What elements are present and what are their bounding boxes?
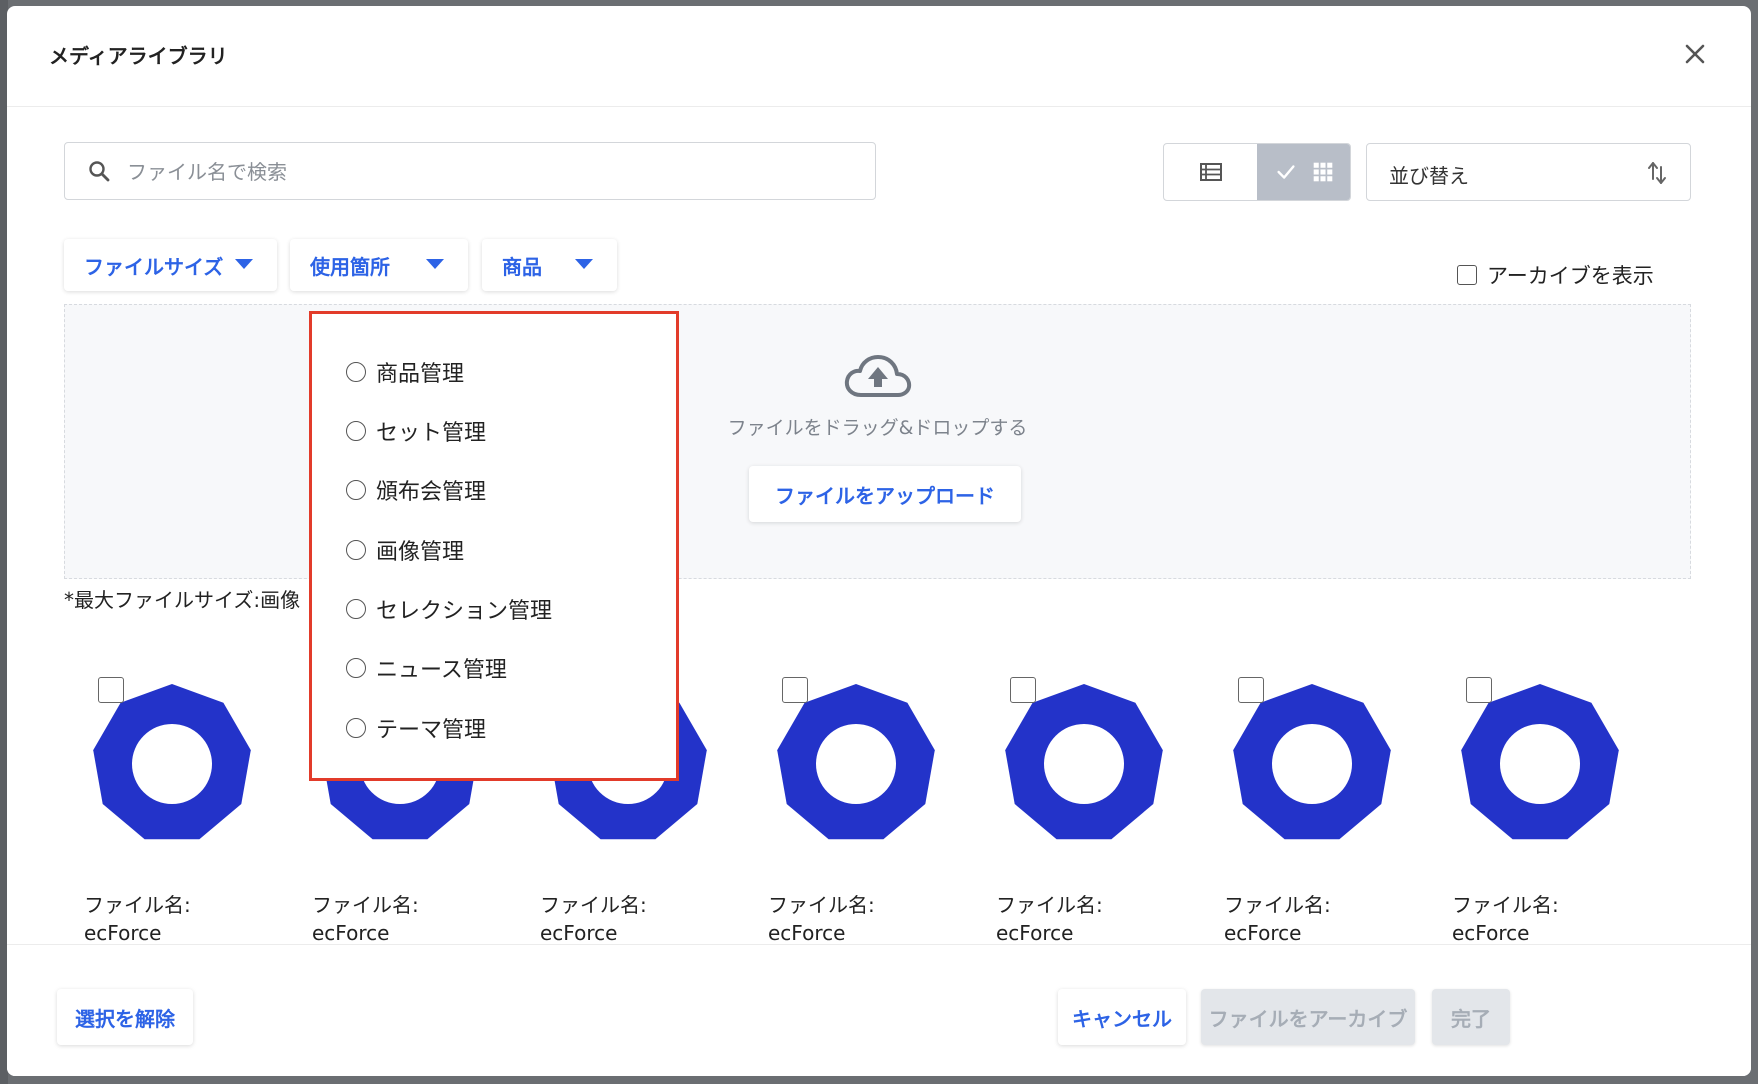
- grid-view-button[interactable]: [1257, 144, 1350, 200]
- file-thumbnail: [1005, 684, 1163, 840]
- usage-option-label: 頒布会管理: [376, 480, 487, 505]
- usage-option-image[interactable]: 画像管理: [346, 534, 464, 566]
- file-name-value: ecForce: [312, 921, 390, 945]
- check-icon: [1276, 165, 1295, 179]
- close-icon: [1685, 44, 1705, 64]
- file-select-checkbox[interactable]: [1238, 677, 1264, 703]
- file-name-value: ecForce: [996, 921, 1074, 945]
- sort-select[interactable]: 並び替え: [1366, 143, 1691, 201]
- modal-title: メディアライブラリ: [49, 44, 228, 68]
- radio-button[interactable]: [346, 599, 366, 619]
- file-name-label: ファイル名:: [540, 893, 647, 917]
- done-button[interactable]: 完了: [1432, 989, 1510, 1045]
- archive-file-button[interactable]: ファイルをアーカイブ: [1201, 989, 1415, 1045]
- radio-button[interactable]: [346, 658, 366, 678]
- file-tile[interactable]: ファイル名: ecForce: [1224, 674, 1424, 945]
- radio-button[interactable]: [346, 718, 366, 738]
- usage-option-label: 商品管理: [376, 362, 465, 387]
- filter-product-label: 商品: [502, 254, 542, 279]
- usage-option-label: ニュース管理: [376, 658, 507, 683]
- cloud-upload-icon: [844, 355, 912, 397]
- file-thumbnail: [1461, 684, 1619, 840]
- file-select-checkbox[interactable]: [1466, 677, 1492, 703]
- search-field[interactable]: [64, 142, 876, 200]
- filter-file-size-label: ファイルサイズ: [84, 254, 224, 279]
- filter-file-size[interactable]: ファイルサイズ: [64, 239, 277, 291]
- usage-option-set[interactable]: セット管理: [346, 415, 486, 447]
- usage-option-label: 画像管理: [376, 540, 465, 565]
- search-icon: [89, 161, 110, 182]
- caret-down-icon: [426, 259, 444, 269]
- file-select-checkbox[interactable]: [98, 677, 124, 703]
- caret-down-icon: [235, 259, 253, 269]
- sort-arrows-icon: [1648, 162, 1666, 184]
- usage-option-label: セレクション管理: [376, 599, 553, 624]
- max-file-size-note: *最大ファイルサイズ:画像: [64, 588, 301, 612]
- search-input[interactable]: [125, 153, 849, 191]
- radio-button[interactable]: [346, 362, 366, 382]
- usage-option-selection[interactable]: セレクション管理: [346, 593, 552, 625]
- filter-usage-label: 使用箇所: [310, 254, 390, 279]
- file-select-checkbox[interactable]: [782, 677, 808, 703]
- radio-button[interactable]: [346, 540, 366, 560]
- file-name-label: ファイル名:: [1452, 893, 1559, 917]
- file-tile[interactable]: ファイル名: ecForce: [996, 674, 1196, 945]
- list-view-icon: [1199, 163, 1222, 181]
- usage-option-label: セット管理: [376, 421, 487, 446]
- deselect-button[interactable]: 選択を解除: [57, 989, 193, 1045]
- modal-header: メディアライブラリ: [7, 6, 1751, 107]
- file-name-label: ファイル名:: [768, 893, 875, 917]
- filter-usage[interactable]: 使用箇所: [290, 239, 468, 291]
- media-library-modal: メディアライブラリ ファイル名で検索 並び替え ファイルサイズ 使用箇所 商品 …: [7, 6, 1751, 1076]
- radio-button[interactable]: [346, 421, 366, 441]
- grid-view-icon: [1313, 162, 1332, 182]
- file-tile[interactable]: ファイル名: ecForce: [84, 674, 284, 945]
- file-name-label: ファイル名:: [84, 893, 191, 917]
- file-name-value: ecForce: [84, 921, 162, 945]
- usage-option-news[interactable]: ニュース管理: [346, 652, 507, 684]
- cancel-button[interactable]: キャンセル: [1058, 989, 1186, 1045]
- file-thumbnail: [777, 684, 935, 840]
- modal-footer: 選択を解除 キャンセル ファイルをアーカイブ 完了: [7, 944, 1751, 1076]
- upload-file-button[interactable]: ファイルをアップロード: [749, 466, 1021, 522]
- file-name-label: ファイル名:: [1224, 893, 1331, 917]
- list-view-button[interactable]: [1164, 144, 1257, 200]
- sort-label: 並び替え: [1389, 164, 1469, 188]
- file-tile[interactable]: ファイル名: ecForce: [768, 674, 968, 945]
- view-toggle: [1163, 143, 1351, 201]
- usage-option-theme[interactable]: テーマ管理: [346, 712, 486, 744]
- usage-filter-dropdown: 商品管理 セット管理 頒布会管理 画像管理 セレクション管理 ニュース管理 テー…: [309, 311, 679, 781]
- show-archive-label: アーカイブを表示: [1487, 264, 1654, 288]
- file-tile[interactable]: ファイル名: ecForce: [1452, 674, 1652, 945]
- file-name-value: ecForce: [768, 921, 846, 945]
- file-thumbnail: [1233, 684, 1391, 840]
- usage-option-product[interactable]: 商品管理: [346, 356, 464, 388]
- file-name-label: ファイル名:: [312, 893, 419, 917]
- usage-option-label: テーマ管理: [376, 718, 487, 743]
- file-name-value: ecForce: [540, 921, 618, 945]
- file-name-value: ecForce: [1224, 921, 1302, 945]
- radio-button[interactable]: [346, 480, 366, 500]
- file-name-value: ecForce: [1452, 921, 1530, 945]
- file-select-checkbox[interactable]: [1010, 677, 1036, 703]
- show-archive-checkbox[interactable]: [1457, 265, 1477, 285]
- usage-option-subscription[interactable]: 頒布会管理: [346, 474, 486, 506]
- file-name-label: ファイル名:: [996, 893, 1103, 917]
- show-archive-toggle[interactable]: アーカイブを表示: [1457, 260, 1654, 290]
- caret-down-icon: [575, 259, 593, 269]
- close-button[interactable]: [1677, 36, 1713, 72]
- file-thumbnail: [93, 684, 251, 840]
- filter-product[interactable]: 商品: [482, 239, 617, 291]
